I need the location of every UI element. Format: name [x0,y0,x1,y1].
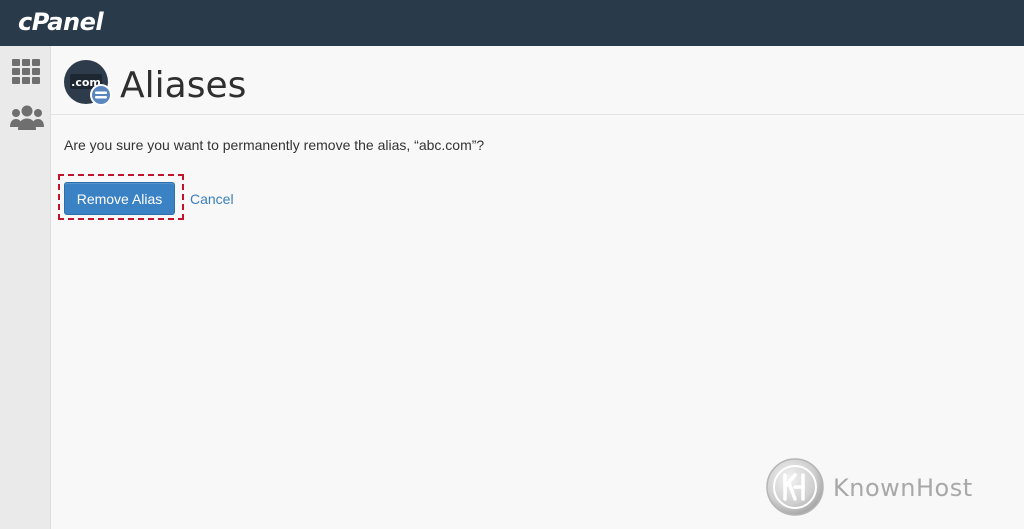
top-navigation-bar: cPanel [0,0,1024,46]
page-header: .com Aliases [51,46,1024,115]
left-sidebar [0,46,51,529]
grid-icon[interactable] [10,58,42,88]
cpanel-logo[interactable]: cPanel [18,8,104,36]
confirmation-message: Are you sure you want to permanently rem… [64,137,485,153]
aliases-app-icon: .com [63,60,113,110]
knownhost-logo-icon [765,457,825,517]
knownhost-watermark: KnownHost [765,457,1005,517]
users-icon[interactable] [9,104,45,134]
cancel-link[interactable]: Cancel [190,190,234,208]
remove-alias-button[interactable]: Remove Alias [64,182,175,215]
knownhost-brand-text: KnownHost [833,474,973,502]
page-title: Aliases [120,65,247,106]
